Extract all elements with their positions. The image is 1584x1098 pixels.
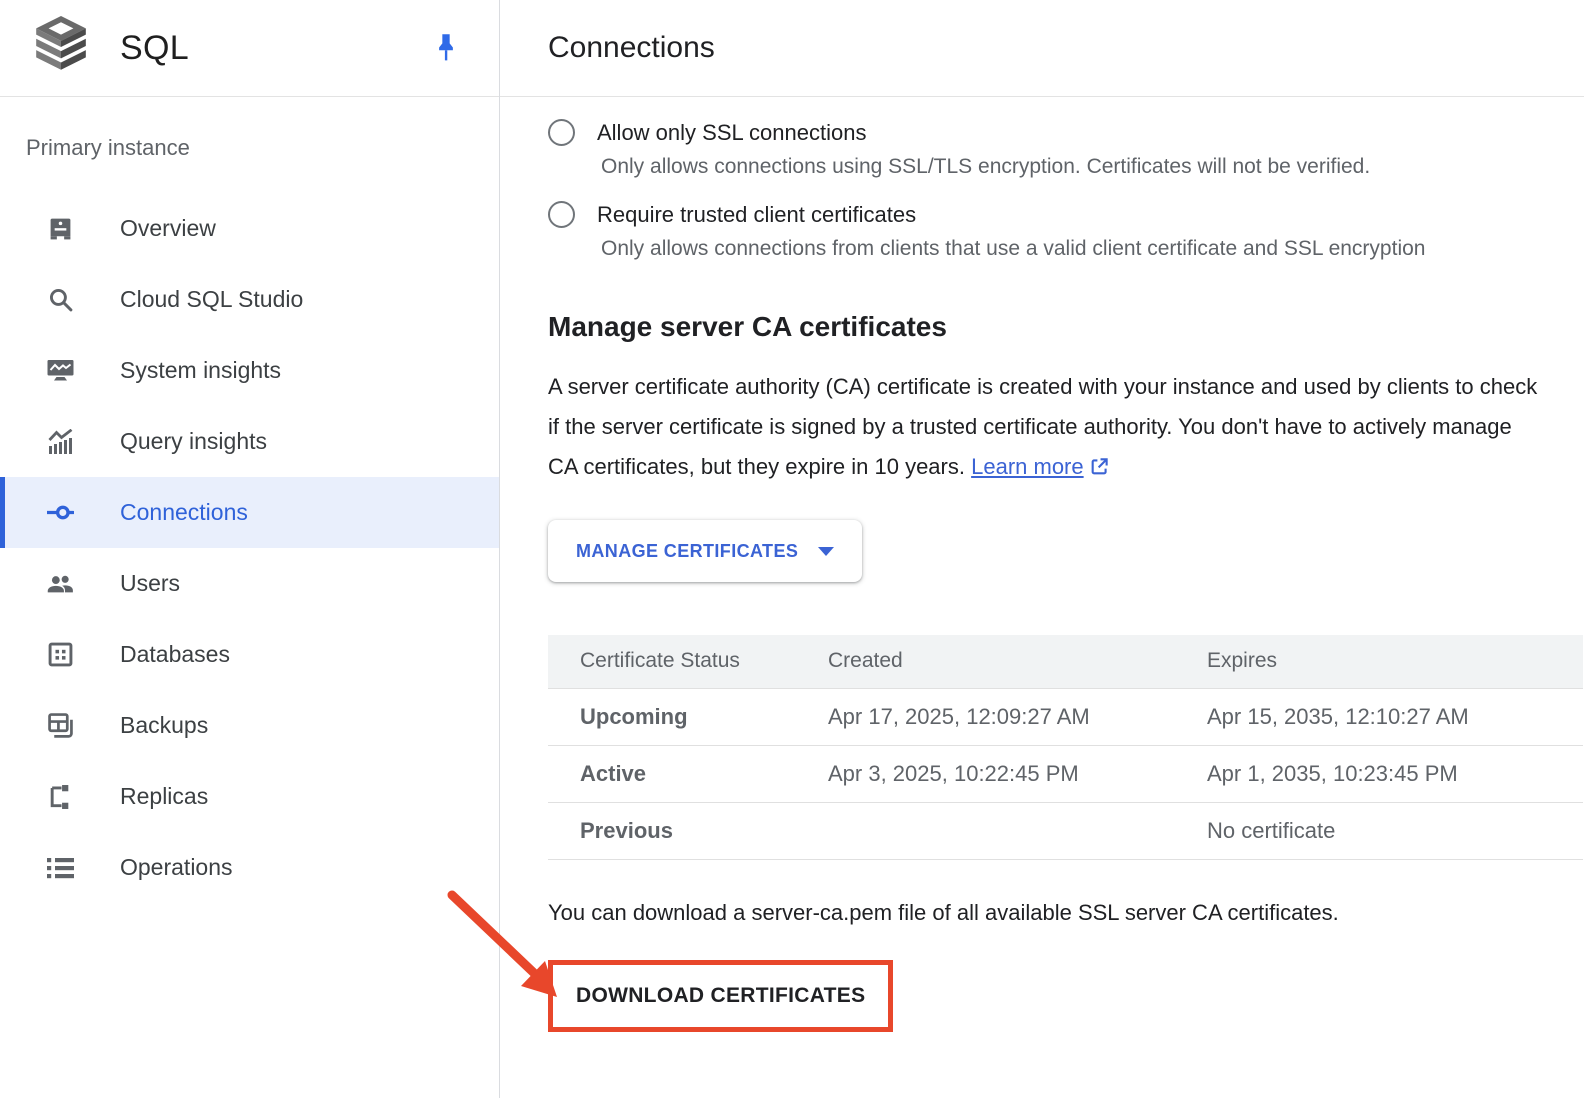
learn-more-label: Learn more <box>971 454 1084 479</box>
sidebar-header: SQL <box>0 0 499 97</box>
manage-certificates-label: MANAGE CERTIFICATES <box>576 541 798 562</box>
sidebar-item-query-insights[interactable]: Query insights <box>0 406 499 477</box>
sidebar-item-label: Operations <box>120 854 233 881</box>
sidebar-nav: Overview Cloud SQL Studio <box>0 193 499 903</box>
chevron-down-icon <box>818 547 834 556</box>
sidebar-item-users[interactable]: Users <box>0 548 499 619</box>
column-header: Certificate Status <box>548 635 828 688</box>
cert-status: Previous <box>548 802 828 859</box>
radio-require-trusted-certs[interactable]: Require trusted client certificates <box>548 201 1584 228</box>
radio-label: Allow only SSL connections <box>597 120 866 146</box>
external-link-icon <box>1089 450 1110 490</box>
radio-description: Only allows connections using SSL/TLS en… <box>601 155 1584 179</box>
sidebar-item-label: Backups <box>120 712 208 739</box>
cert-created: Apr 17, 2025, 12:09:27 AM <box>828 688 1207 745</box>
radio-allow-only-ssl[interactable]: Allow only SSL connections <box>548 119 1584 146</box>
sidebar-item-label: System insights <box>120 357 281 384</box>
sidebar-item-label: Users <box>120 570 180 597</box>
sidebar-item-connections[interactable]: Connections <box>0 477 499 548</box>
connections-icon <box>47 504 74 521</box>
sidebar-item-label: Cloud SQL Studio <box>120 286 303 313</box>
download-certificates-button[interactable]: DOWNLOAD CERTIFICATES <box>553 965 888 1027</box>
cert-status: Active <box>548 745 828 802</box>
list-icon <box>47 857 74 879</box>
sidebar-item-backups[interactable]: Backups <box>0 690 499 761</box>
cert-created: Apr 3, 2025, 10:22:45 PM <box>828 745 1207 802</box>
table-row: Upcoming Apr 17, 2025, 12:09:27 AM Apr 1… <box>548 688 1583 745</box>
column-header: Expires <box>1207 635 1583 688</box>
sidebar-item-operations[interactable]: Operations <box>0 832 499 903</box>
download-note: You can download a server-ca.pem file of… <box>548 900 1584 926</box>
sidebar-item-label: Replicas <box>120 783 208 810</box>
search-icon <box>47 287 74 312</box>
sidebar-section-label: Primary instance <box>26 135 499 161</box>
sidebar-item-cloud-sql-studio[interactable]: Cloud SQL Studio <box>0 264 499 335</box>
backups-icon <box>47 713 74 738</box>
ssl-options: Allow only SSL connections Only allows c… <box>548 119 1584 261</box>
cert-expires: Apr 1, 2035, 10:23:45 PM <box>1207 745 1583 802</box>
sidebar-item-overview[interactable]: Overview <box>0 193 499 264</box>
manage-ca-heading: Manage server CA certificates <box>548 311 1584 343</box>
radio-label: Require trusted client certificates <box>597 202 916 228</box>
sidebar-item-label: Connections <box>120 499 248 526</box>
sidebar-item-label: Query insights <box>120 428 267 455</box>
radio-button-icon[interactable] <box>548 119 575 146</box>
column-header: Created <box>828 635 1207 688</box>
replicas-icon <box>47 785 74 809</box>
connections-content: Allow only SSL connections Only allows c… <box>500 97 1584 1098</box>
monitor-chart-icon <box>47 359 74 382</box>
table-row: Active Apr 3, 2025, 10:22:45 PM Apr 1, 2… <box>548 745 1583 802</box>
cloud-sql-console: SQL Primary instance <box>0 0 1584 1098</box>
radio-button-icon[interactable] <box>548 201 575 228</box>
cert-expires: Apr 15, 2035, 12:10:27 AM <box>1207 688 1583 745</box>
cert-expires: No certificate <box>1207 802 1583 859</box>
bar-chart-icon <box>47 429 74 454</box>
cert-status: Upcoming <box>548 688 828 745</box>
cert-created <box>828 802 1207 859</box>
people-icon <box>47 574 74 594</box>
page-header: Connections <box>500 0 1584 97</box>
table-row: Previous No certificate <box>548 802 1583 859</box>
sidebar-item-databases[interactable]: Databases <box>0 619 499 690</box>
certificates-table: Certificate Status Created Expires Upcom… <box>548 635 1583 860</box>
databases-icon <box>47 642 74 667</box>
product-name: SQL <box>120 29 189 68</box>
instance-icon <box>47 216 74 242</box>
sidebar-item-system-insights[interactable]: System insights <box>0 335 499 406</box>
sql-product-logo-icon <box>36 16 86 81</box>
manage-certificates-button[interactable]: MANAGE CERTIFICATES <box>548 520 862 582</box>
page-title: Connections <box>548 31 715 65</box>
radio-description: Only allows connections from clients tha… <box>601 237 1584 261</box>
annotation-highlight-box: DOWNLOAD CERTIFICATES <box>548 960 893 1032</box>
table-header-row: Certificate Status Created Expires <box>548 635 1583 688</box>
learn-more-link[interactable]: Learn more <box>971 454 1110 479</box>
sidebar: SQL Primary instance <box>0 0 500 1098</box>
main-panel: Connections Allow only SSL connections O… <box>500 0 1584 1098</box>
sidebar-item-label: Overview <box>120 215 216 242</box>
pin-icon[interactable] <box>435 32 457 64</box>
sidebar-item-replicas[interactable]: Replicas <box>0 761 499 832</box>
manage-ca-description: A server certificate authority (CA) cert… <box>548 367 1538 490</box>
sidebar-item-label: Databases <box>120 641 230 668</box>
